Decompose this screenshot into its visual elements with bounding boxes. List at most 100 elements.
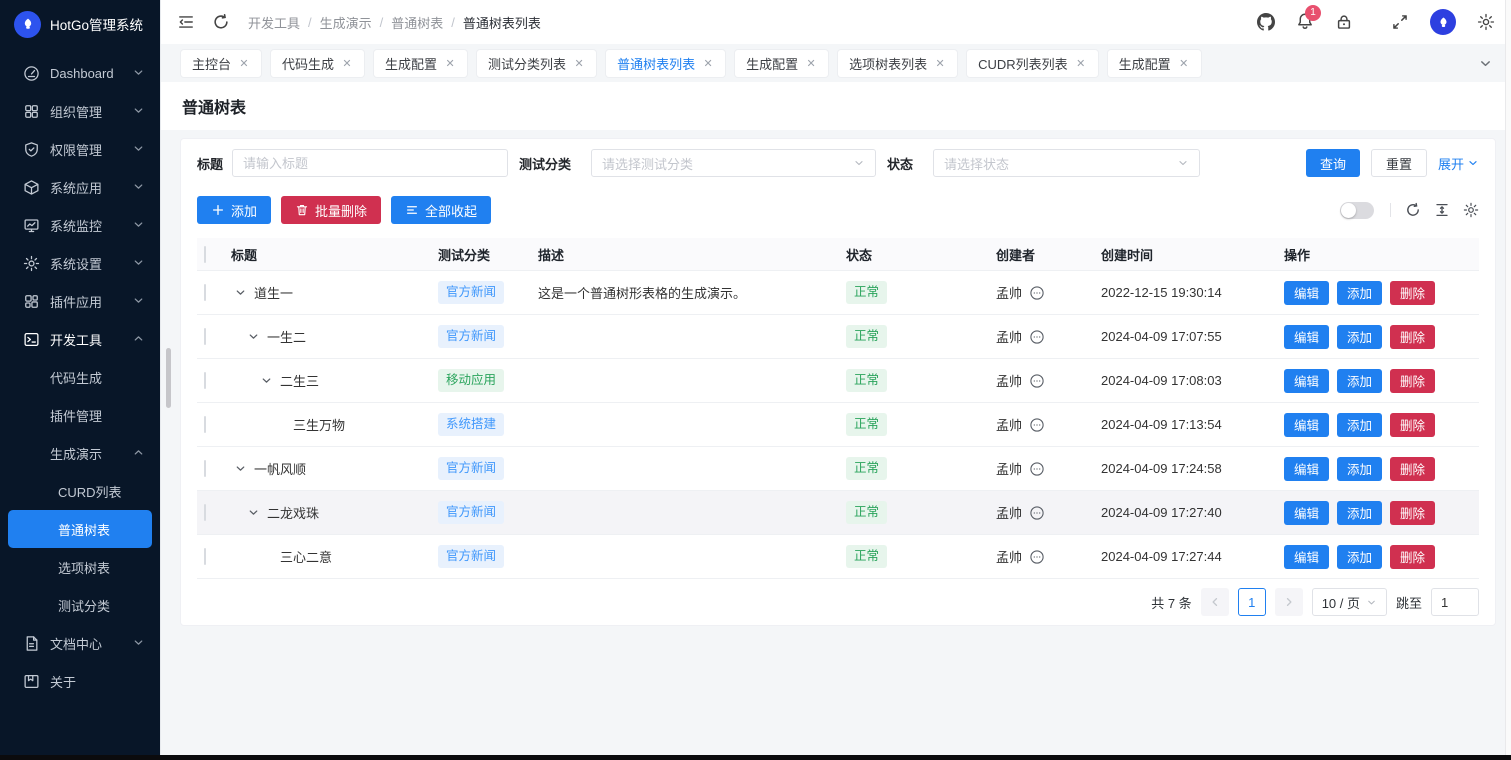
sidebar-item[interactable]: 系统应用 [0, 168, 160, 206]
sidebar-item[interactable]: 代码生成 [0, 358, 160, 396]
close-icon[interactable]: ✕ [702, 56, 714, 70]
close-icon[interactable]: ✕ [341, 56, 353, 70]
column-settings-icon[interactable] [1463, 202, 1479, 218]
collapse-sidebar-icon[interactable] [177, 13, 195, 31]
sidebar-item[interactable]: 系统监控 [0, 206, 160, 244]
tab[interactable]: 代码生成✕ [271, 50, 364, 77]
tab[interactable]: 选项树表列表✕ [838, 50, 957, 77]
delete-button[interactable]: 删除 [1390, 281, 1435, 305]
category-filter-select[interactable]: 请选择测试分类 [591, 149, 876, 177]
settings-icon[interactable] [1477, 13, 1495, 31]
close-icon[interactable]: ✕ [934, 56, 946, 70]
edit-button[interactable]: 编辑 [1284, 281, 1329, 305]
tab[interactable]: 普通树表列表✕ [606, 50, 725, 77]
add-child-button[interactable]: 添加 [1337, 369, 1382, 393]
edit-button[interactable]: 编辑 [1284, 369, 1329, 393]
tab-list-chevron-down-icon[interactable] [1478, 56, 1493, 71]
breadcrumb-item[interactable]: 开发工具 [248, 13, 300, 32]
close-icon[interactable]: ✕ [805, 56, 817, 70]
tab[interactable]: 生成配置✕ [1108, 50, 1201, 77]
add-child-button[interactable]: 添加 [1337, 413, 1382, 437]
expand-filters-link[interactable]: 展开 [1438, 154, 1479, 173]
search-button[interactable]: 查询 [1306, 149, 1360, 177]
refresh-page-icon[interactable] [212, 13, 230, 31]
sidebar-item[interactable]: 生成演示 [0, 434, 160, 472]
creator-info-icon[interactable] [1029, 549, 1045, 565]
close-icon[interactable]: ✕ [573, 56, 585, 70]
sidebar-item[interactable]: 开发工具 [0, 320, 160, 358]
next-page-button[interactable] [1275, 588, 1303, 616]
jump-to-input[interactable] [1431, 588, 1479, 616]
notifications[interactable]: 1 [1296, 12, 1314, 33]
sidebar-item[interactable]: 选项树表 [0, 548, 160, 586]
creator-info-icon[interactable] [1029, 373, 1045, 389]
expand-row-chevron-icon[interactable] [234, 286, 247, 299]
row-checkbox[interactable] [204, 504, 206, 521]
edit-button[interactable]: 编辑 [1284, 457, 1329, 481]
fullscreen-icon[interactable] [1391, 13, 1409, 31]
app-logo[interactable]: HotGo管理系统 [0, 0, 160, 48]
sidebar-item[interactable]: 普通树表 [8, 510, 152, 548]
prev-page-button[interactable] [1201, 588, 1229, 616]
add-child-button[interactable]: 添加 [1337, 501, 1382, 525]
row-checkbox[interactable] [204, 284, 206, 301]
status-filter-select[interactable]: 请选择状态 [933, 149, 1200, 177]
add-button[interactable]: 添加 [197, 196, 271, 224]
reset-button[interactable]: 重置 [1371, 149, 1427, 177]
github-icon[interactable] [1257, 13, 1275, 31]
creator-info-icon[interactable] [1029, 505, 1045, 521]
row-checkbox[interactable] [204, 416, 206, 433]
add-child-button[interactable]: 添加 [1337, 457, 1382, 481]
creator-info-icon[interactable] [1029, 285, 1045, 301]
creator-info-icon[interactable] [1029, 417, 1045, 433]
expand-row-chevron-icon[interactable] [260, 374, 273, 387]
row-checkbox[interactable] [204, 372, 206, 389]
delete-button[interactable]: 删除 [1390, 413, 1435, 437]
delete-button[interactable]: 删除 [1390, 501, 1435, 525]
tab[interactable]: CUDR列表列表✕ [967, 50, 1098, 77]
close-icon[interactable]: ✕ [444, 56, 456, 70]
reload-table-icon[interactable] [1405, 202, 1421, 218]
sidebar-item[interactable]: 权限管理 [0, 130, 160, 168]
title-filter-input[interactable] [232, 149, 508, 177]
page-size-select[interactable]: 10 / 页 [1312, 588, 1387, 616]
sidebar-item[interactable]: 组织管理 [0, 92, 160, 130]
user-avatar[interactable] [1430, 9, 1456, 35]
select-all-checkbox[interactable] [204, 246, 206, 263]
expand-row-chevron-icon[interactable] [247, 506, 260, 519]
striped-toggle[interactable] [1340, 202, 1374, 219]
sidebar-item[interactable]: 插件应用 [0, 282, 160, 320]
breadcrumb-item[interactable]: 普通树表 [391, 13, 443, 32]
tab[interactable]: 测试分类列表✕ [477, 50, 596, 77]
sidebar-item[interactable]: 系统设置 [0, 244, 160, 282]
add-child-button[interactable]: 添加 [1337, 545, 1382, 569]
lock-screen-icon[interactable] [1335, 13, 1353, 31]
close-icon[interactable]: ✕ [1178, 56, 1190, 70]
sidebar-item[interactable]: CURD列表 [0, 472, 160, 510]
window-scrollbar[interactable] [1505, 0, 1511, 760]
expand-row-chevron-icon[interactable] [247, 330, 260, 343]
tab[interactable]: 生成配置✕ [735, 50, 828, 77]
collapse-all-button[interactable]: 全部收起 [391, 196, 491, 224]
sidebar-item[interactable]: Dashboard [0, 54, 160, 92]
add-child-button[interactable]: 添加 [1337, 281, 1382, 305]
creator-info-icon[interactable] [1029, 329, 1045, 345]
edit-button[interactable]: 编辑 [1284, 501, 1329, 525]
row-checkbox[interactable] [204, 548, 206, 565]
edit-button[interactable]: 编辑 [1284, 325, 1329, 349]
sidebar-item[interactable]: 插件管理 [0, 396, 160, 434]
breadcrumb-item[interactable]: 生成演示 [320, 13, 372, 32]
delete-button[interactable]: 删除 [1390, 545, 1435, 569]
row-checkbox[interactable] [204, 460, 206, 477]
sidebar-item[interactable]: 关于 [0, 662, 160, 700]
row-checkbox[interactable] [204, 328, 206, 345]
tab[interactable]: 生成配置✕ [374, 50, 467, 77]
scrollbar-thumb[interactable] [166, 348, 171, 408]
close-icon[interactable]: ✕ [238, 56, 250, 70]
page-number-button[interactable]: 1 [1238, 588, 1266, 616]
creator-info-icon[interactable] [1029, 461, 1045, 477]
close-icon[interactable]: ✕ [1075, 56, 1087, 70]
edit-button[interactable]: 编辑 [1284, 545, 1329, 569]
delete-button[interactable]: 删除 [1390, 325, 1435, 349]
sidebar-item[interactable]: 文档中心 [0, 624, 160, 662]
